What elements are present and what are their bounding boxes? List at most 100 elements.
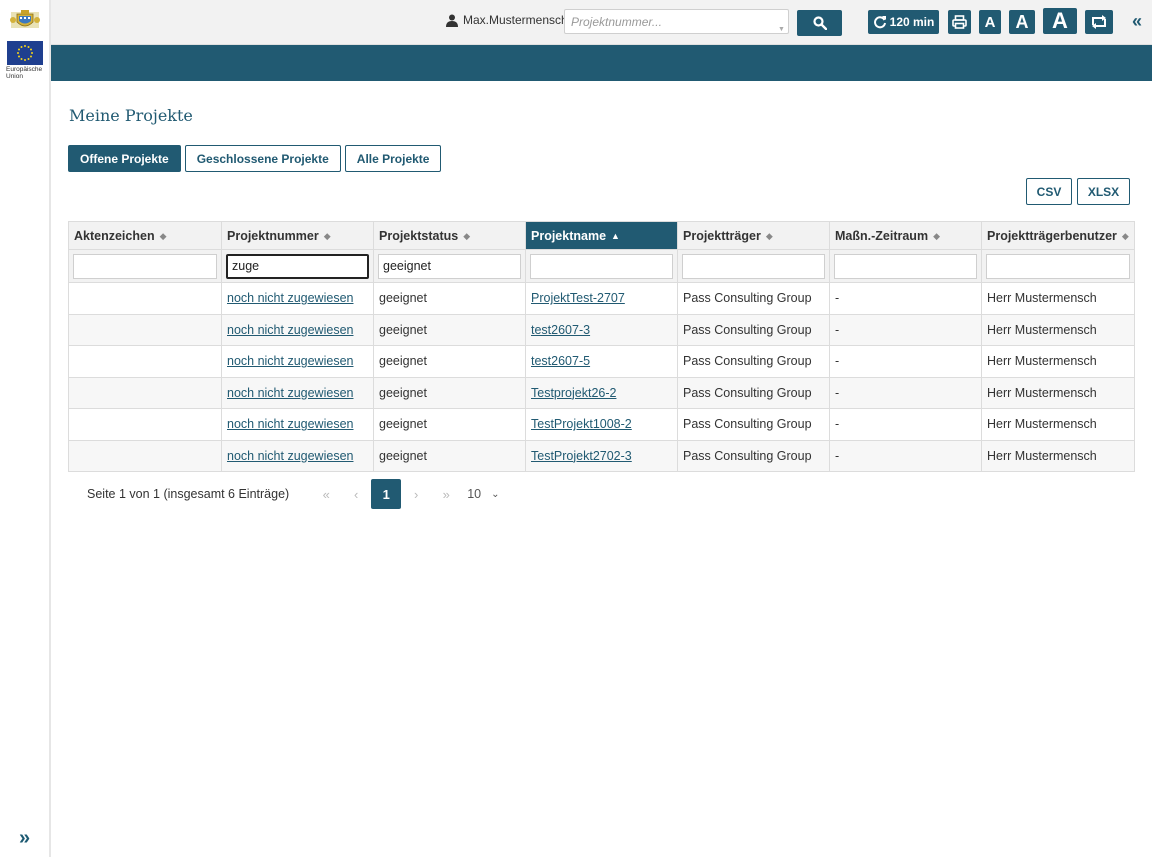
column-header-projektnummer[interactable]: Projektnummer ◆: [221, 221, 374, 250]
column-header-aktenzeichen[interactable]: Aktenzeichen ◆: [68, 221, 222, 250]
projektnummer-link[interactable]: noch nicht zugewiesen: [227, 354, 353, 368]
bavaria-coat-of-arms-logo: [10, 10, 40, 28]
cell-massn-zeitraum: -: [829, 439, 982, 472]
font-size-small-button[interactable]: A: [979, 10, 1001, 34]
chevron-down-icon: ⌄: [491, 488, 500, 500]
column-header-massn-zeitraum[interactable]: Maßn.-Zeitraum ◆: [829, 221, 982, 250]
tab-open-projects[interactable]: Offene Projekte: [68, 145, 181, 172]
sort-icon: ◆: [933, 230, 940, 241]
cell-aktenzeichen: [68, 376, 222, 409]
cell-projekttraegerbenutzer: Herr Mustermensch: [981, 313, 1135, 346]
projektname-link[interactable]: TestProjekt2702-3: [531, 449, 632, 463]
left-sidebar: Europäische Union »: [0, 0, 51, 857]
projektname-link[interactable]: test2607-5: [531, 354, 590, 368]
eu-flag-logo: [7, 41, 43, 65]
cell-aktenzeichen: [68, 282, 222, 315]
projektnummer-link[interactable]: noch nicht zugewiesen: [227, 386, 353, 400]
filter-projekttraegerbenutzer-input[interactable]: [986, 253, 1130, 279]
cell-projekttraegerbenutzer: Herr Mustermensch: [981, 439, 1135, 472]
cell-massn-zeitraum: -: [829, 282, 982, 315]
filter-projektstatus-input[interactable]: [378, 253, 521, 279]
table-row: noch nicht zugewiesen geeignet test2607-…: [68, 345, 1135, 378]
export-csv-button[interactable]: CSV: [1026, 178, 1072, 205]
cell-projekttraeger: Pass Consulting Group: [677, 313, 830, 346]
sort-icon: ◆: [159, 230, 167, 241]
projektname-link[interactable]: ProjektTest-2707: [531, 291, 625, 305]
cell-projekttraeger: Pass Consulting Group: [677, 345, 830, 378]
sidebar-expand-icon[interactable]: »: [0, 820, 49, 857]
projektnummer-link[interactable]: noch nicht zugewiesen: [227, 449, 353, 463]
cell-projektstatus: geeignet: [373, 376, 526, 409]
page-size-value: 10: [467, 487, 482, 501]
cell-projekttraegerbenutzer: Herr Mustermensch: [981, 282, 1135, 315]
last-page-icon[interactable]: »: [431, 479, 461, 509]
projektname-link[interactable]: TestProjekt1008-2: [531, 417, 632, 431]
table-row: noch nicht zugewiesen geeignet TestProje…: [68, 439, 1135, 472]
pagination: Seite 1 von 1 (insgesamt 6 Einträge) « ‹…: [87, 479, 500, 509]
column-header-projektname[interactable]: Projektname ▲: [525, 221, 678, 250]
cell-projekttraeger: Pass Consulting Group: [677, 376, 830, 409]
print-button[interactable]: [948, 10, 971, 34]
previous-page-icon[interactable]: ‹: [341, 479, 371, 509]
filter-projektname-input[interactable]: [530, 253, 673, 279]
cell-projekttraegerbenutzer: Herr Mustermensch: [981, 408, 1135, 441]
collapse-panel-icon[interactable]: «: [1132, 11, 1142, 32]
filter-row: [68, 249, 1135, 283]
filter-massn-zeitraum-input[interactable]: [834, 253, 977, 279]
cell-projekttraeger: Pass Consulting Group: [677, 282, 830, 315]
export-xlsx-button[interactable]: XLSX: [1077, 178, 1130, 205]
cell-projektstatus: geeignet: [373, 345, 526, 378]
retweet-icon: [1092, 15, 1106, 29]
cell-projektstatus: geeignet: [373, 313, 526, 346]
font-size-large-button[interactable]: A: [1043, 8, 1077, 34]
filter-projekttraeger-input[interactable]: [682, 253, 825, 279]
projektnummer-link[interactable]: noch nicht zugewiesen: [227, 417, 353, 431]
filter-aktenzeichen-input[interactable]: [73, 253, 217, 279]
first-page-icon[interactable]: «: [311, 479, 341, 509]
page-title: Meine Projekte: [69, 106, 193, 125]
pagination-summary: Seite 1 von 1 (insgesamt 6 Einträge): [87, 487, 290, 501]
user-icon: [446, 14, 458, 27]
table-header-row: Aktenzeichen ◆ Projektnummer ◆ Projektstat…: [68, 221, 1135, 250]
session-timer-button[interactable]: 120 min: [868, 10, 939, 34]
filter-projektnummer-input[interactable]: [226, 253, 369, 279]
table-row: noch nicht zugewiesen geeignet test2607-…: [68, 313, 1135, 346]
projektnummer-link[interactable]: noch nicht zugewiesen: [227, 323, 353, 337]
search-button[interactable]: [797, 10, 842, 36]
cell-massn-zeitraum: -: [829, 313, 982, 346]
tab-all-projects[interactable]: Alle Projekte: [344, 145, 442, 172]
cell-projektstatus: geeignet: [373, 439, 526, 472]
next-page-icon[interactable]: ›: [401, 479, 431, 509]
cell-massn-zeitraum: -: [829, 345, 982, 378]
tab-closed-projects[interactable]: Geschlossene Projekte: [184, 145, 341, 172]
projektnummer-link[interactable]: noch nicht zugewiesen: [227, 291, 353, 305]
table-row: noch nicht zugewiesen geeignet Testproje…: [68, 376, 1135, 409]
font-size-medium-button[interactable]: A: [1009, 10, 1035, 34]
column-header-projekttraegerbenutzer[interactable]: Projektträgerbenutzer ◆: [981, 221, 1135, 250]
contrast-toggle-button[interactable]: [1085, 10, 1113, 34]
table-row: noch nicht zugewiesen geeignet TestProje…: [68, 408, 1135, 441]
project-number-search-input[interactable]: [564, 9, 789, 34]
cell-aktenzeichen: [68, 439, 222, 472]
projektname-link[interactable]: test2607-3: [531, 323, 590, 337]
cell-massn-zeitraum: -: [829, 408, 982, 441]
page-button-current[interactable]: 1: [371, 479, 402, 509]
eu-label: Europäische Union: [6, 66, 43, 80]
cell-projekttraegerbenutzer: Herr Mustermensch: [981, 345, 1135, 378]
sort-icon: ◆: [323, 230, 331, 241]
cell-projekttraeger: Pass Consulting Group: [677, 408, 830, 441]
column-header-projektstatus[interactable]: Projektstatus ◆: [373, 221, 526, 250]
user-info: Max.Mustermensch: [446, 13, 568, 27]
sort-ascending-icon: ▲: [611, 230, 620, 241]
projektname-link[interactable]: Testprojekt26-2: [531, 386, 616, 400]
print-icon: [952, 15, 967, 29]
header-band: [51, 45, 1152, 81]
cell-aktenzeichen: [68, 408, 222, 441]
column-header-projekttraeger[interactable]: Projektträger ◆: [677, 221, 830, 250]
projects-table: Aktenzeichen ◆ Projektnummer ◆ Projektstat…: [68, 221, 1135, 472]
refresh-icon: [873, 16, 886, 29]
project-filter-tabs: Offene Projekte Geschlossene Projekte Al…: [68, 145, 442, 172]
cell-projekttraegerbenutzer: Herr Mustermensch: [981, 376, 1135, 409]
page-size-select[interactable]: 10 ⌄: [467, 487, 499, 501]
cell-projektstatus: geeignet: [373, 408, 526, 441]
